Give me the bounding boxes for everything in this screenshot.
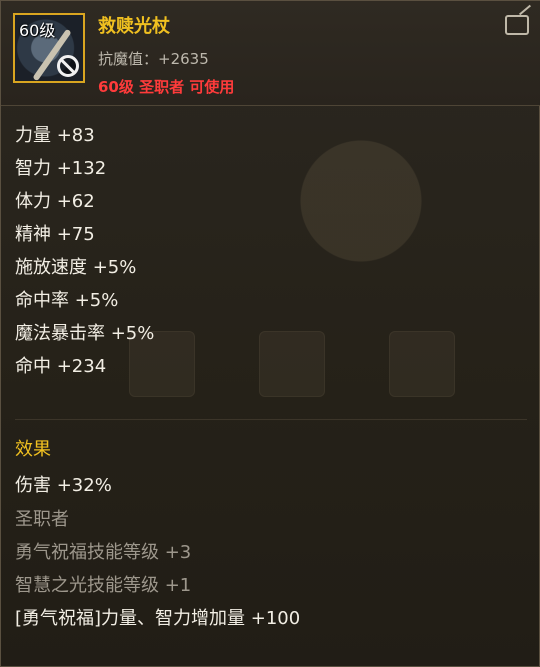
stat-line: 施放速度 +5%: [15, 257, 137, 278]
item-icon[interactable]: 60级: [13, 13, 85, 83]
item-name: 救赎光杖: [98, 16, 170, 37]
stat-line: 智力 +132: [15, 158, 107, 179]
effect-line: 圣职者: [15, 509, 69, 530]
stat-line: 精神 +75: [15, 224, 95, 245]
stat-line: 命中 +234: [15, 356, 107, 377]
item-level-badge: 60级: [19, 21, 56, 40]
effect-line: [勇气祝福]力量、智力增加量 +100: [15, 608, 301, 629]
tooltip-header: 60级 救赎光杖 抗魔值：+2635 60级 圣职者 可使用: [1, 1, 540, 106]
effects-title: 效果: [15, 439, 51, 460]
background-skill-slot-3: [389, 331, 455, 397]
background-skill-slot-2: [259, 331, 325, 397]
item-main-stat: 抗魔值：+2635: [98, 50, 209, 68]
effect-line: 智慧之光技能等级 +1: [15, 575, 192, 596]
stat-line: 体力 +62: [15, 191, 95, 212]
item-tooltip-panel: 60级 救赎光杖 抗魔值：+2635 60级 圣职者 可使用 力量 +83 智力…: [0, 0, 540, 667]
section-divider: [15, 419, 527, 420]
stat-line: 命中率 +5%: [15, 290, 119, 311]
item-requirement: 60级 圣职者 可使用: [98, 78, 235, 96]
effect-line: 伤害 +32%: [15, 475, 112, 496]
share-icon[interactable]: [505, 15, 529, 35]
stat-line: 力量 +83: [15, 125, 95, 146]
effect-line: 勇气祝福技能等级 +3: [15, 542, 192, 563]
prohibited-icon: [57, 55, 79, 77]
stat-line: 魔法暴击率 +5%: [15, 323, 155, 344]
